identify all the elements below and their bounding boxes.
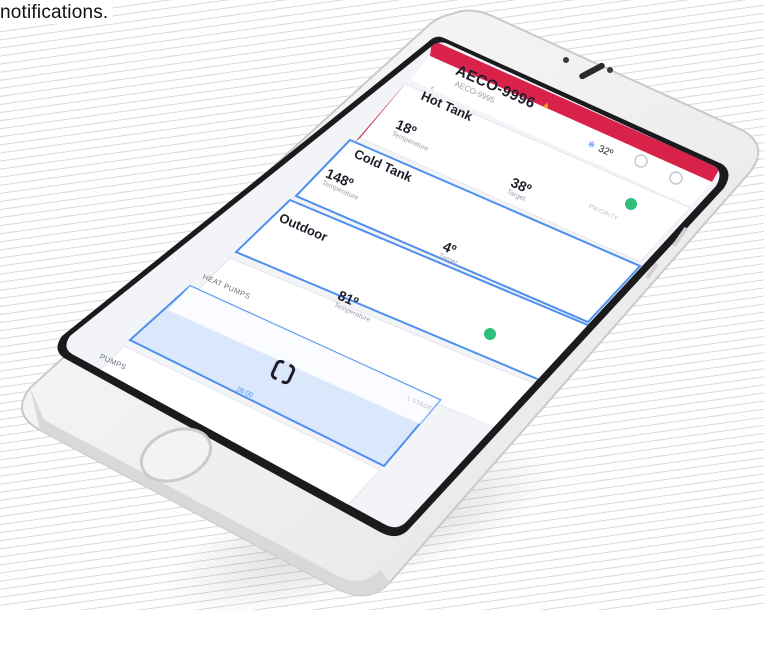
home-button[interactable] <box>140 431 212 479</box>
phone-body <box>21 9 760 597</box>
phone-mockup: ‹ AECO-9996 AECO-9995 ▲ Hot Tank 18º Tem… <box>0 0 764 652</box>
pump-icon[interactable] <box>272 362 296 384</box>
